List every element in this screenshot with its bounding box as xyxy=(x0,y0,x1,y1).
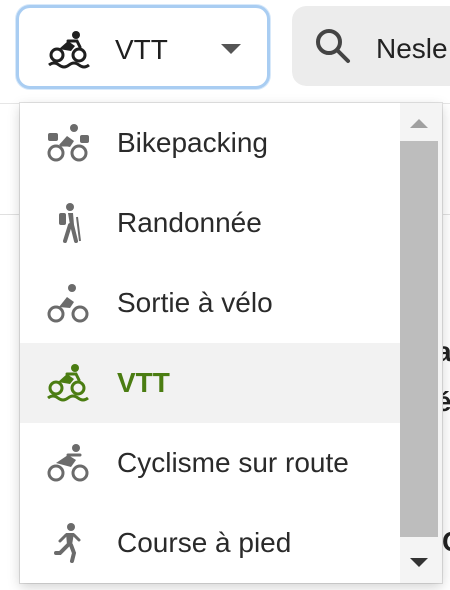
road-cycling-icon xyxy=(46,443,90,483)
menu-item-sortie-a-velo[interactable]: Sortie à vélo xyxy=(20,263,400,343)
menu-item-label: Cyclisme sur route xyxy=(117,447,349,478)
mountain-bike-icon xyxy=(47,29,91,69)
chevron-down-icon xyxy=(221,44,241,54)
menu-item-label: Randonnée xyxy=(117,207,262,238)
activity-select-value: VTT xyxy=(115,34,168,65)
menu-item-bikepacking[interactable]: Bikepacking xyxy=(20,103,400,183)
bike-ride-icon xyxy=(46,283,90,323)
scroll-down-arrow-icon[interactable] xyxy=(410,558,428,567)
search-box[interactable]: Nesle xyxy=(292,6,450,86)
menu-item-vtt[interactable]: VTT xyxy=(20,343,400,423)
menu-item-label: Bikepacking xyxy=(117,127,268,158)
background-text-line: C xyxy=(442,526,450,558)
menu-item-label: Sortie à vélo xyxy=(117,287,273,318)
menu-item-cyclisme-sur-route[interactable]: Cyclisme sur route xyxy=(20,423,400,503)
mountain-bike-icon xyxy=(46,363,90,403)
scrollbar-thumb[interactable] xyxy=(400,141,438,537)
search-field[interactable]: Nesle xyxy=(292,6,450,86)
menu-item-label: Course à pied xyxy=(117,527,292,558)
bikepacking-icon xyxy=(46,123,90,163)
search-icon xyxy=(314,27,352,65)
hiking-icon xyxy=(46,203,90,243)
scroll-up-arrow-icon[interactable] xyxy=(410,119,428,128)
activity-type-select[interactable]: VTT xyxy=(16,5,270,89)
menu-item-randonnee[interactable]: Randonnée xyxy=(20,183,400,263)
activity-dropdown-menu: Bikepacking Randonnée Sortie à vélo VTT … xyxy=(20,103,442,583)
menu-item-label: VTT xyxy=(117,367,170,398)
search-input-value: Nesle xyxy=(376,33,448,64)
running-icon xyxy=(46,523,90,563)
menu-scrollbar[interactable] xyxy=(400,103,442,583)
menu-item-course-a-pied[interactable]: Course à pied xyxy=(20,503,400,583)
